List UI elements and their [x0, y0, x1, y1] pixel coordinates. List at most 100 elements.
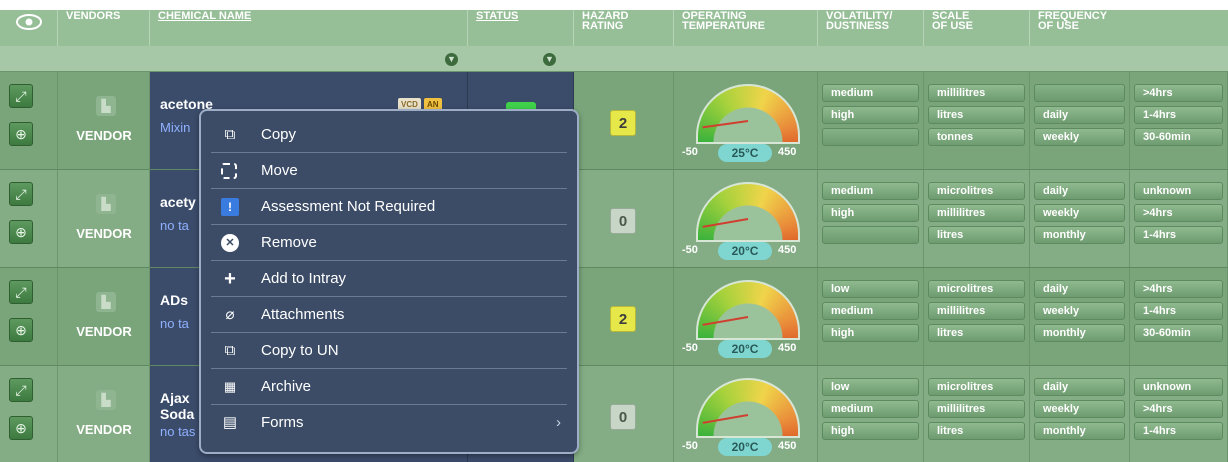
menu-item-archive[interactable]: ▦ Archive [211, 369, 567, 405]
frequency-option[interactable]: daily [1034, 280, 1125, 298]
scale-option[interactable]: microlitres [928, 280, 1025, 298]
frequency-option[interactable]: weekly [1034, 302, 1125, 320]
hazard-rating-badge[interactable]: 0 [610, 208, 636, 234]
chemical-name[interactable]: acety [160, 194, 196, 210]
task-link[interactable]: no ta [160, 316, 189, 331]
header-hazard-rating[interactable]: HAZARD RATING [574, 10, 674, 46]
frequency-option[interactable]: weekly [1034, 204, 1125, 222]
scale-option[interactable]: millilitres [928, 84, 1025, 102]
volatility-option[interactable]: low [822, 280, 919, 298]
header-vendors[interactable]: VENDORS [58, 10, 150, 46]
scale-option[interactable]: millilitres [928, 204, 1025, 222]
expand-icon[interactable]: ⤢ [9, 378, 33, 402]
frequency-option[interactable]: monthly [1034, 324, 1125, 342]
expand-icon[interactable]: ⤢ [9, 280, 33, 304]
duration-option[interactable]: >4hrs [1134, 204, 1223, 222]
volatility-option[interactable]: medium [822, 182, 919, 200]
volatility-option[interactable] [822, 128, 919, 146]
volatility-option[interactable]: medium [822, 400, 919, 418]
vendor-label[interactable]: VENDOR [58, 128, 150, 143]
volatility-option[interactable]: high [822, 106, 919, 124]
table-row[interactable]: ⤢ ⊕ ▙ VENDOR ADs no ta 2 -50 20°C 450 low medium hig… [0, 268, 1228, 366]
task-link[interactable]: Mixin [160, 120, 190, 135]
menu-item-move[interactable]: Move [211, 153, 567, 189]
filter-funnel-icon[interactable]: ▼ [543, 53, 556, 66]
volatility-option[interactable]: high [822, 204, 919, 222]
duration-option[interactable]: unknown [1134, 378, 1223, 396]
duration-option[interactable]: 1-4hrs [1134, 302, 1223, 320]
menu-item-assessment-not-required[interactable]: ! Assessment Not Required [211, 189, 567, 225]
scale-option[interactable]: millilitres [928, 302, 1025, 320]
hazard-rating-badge[interactable]: 2 [610, 110, 636, 136]
scale-option[interactable]: microlitres [928, 182, 1025, 200]
filter-funnel-icon[interactable]: ▼ [445, 53, 458, 66]
menu-item-copy-to-un[interactable]: ⧉ Copy to UN [211, 333, 567, 369]
target-icon[interactable]: ⊕ [9, 318, 33, 342]
scale-option[interactable]: litres [928, 422, 1025, 440]
frequency-option[interactable]: monthly [1034, 226, 1125, 244]
frequency-option[interactable]: weekly [1034, 128, 1125, 146]
volatility-option[interactable]: medium [822, 84, 919, 102]
scale-option[interactable]: millilitres [928, 400, 1025, 418]
menu-item-attachments[interactable]: ⌀ Attachments [211, 297, 567, 333]
frequency-option[interactable]: weekly [1034, 400, 1125, 418]
frequency-option[interactable]: monthly [1034, 422, 1125, 440]
frequency-option[interactable] [1034, 84, 1125, 102]
scale-option[interactable]: microlitres [928, 378, 1025, 396]
vendor-label[interactable]: VENDOR [58, 422, 150, 437]
scale-option[interactable]: tonnes [928, 128, 1025, 146]
target-icon[interactable]: ⊕ [9, 416, 33, 440]
volatility-option[interactable]: medium [822, 302, 919, 320]
volatility-option[interactable]: high [822, 324, 919, 342]
hazard-rating-badge[interactable]: 2 [610, 306, 636, 332]
duration-option[interactable]: 30-60min [1134, 324, 1223, 342]
hazard-rating-badge[interactable]: 0 [610, 404, 636, 430]
copy-icon: ⧉ [224, 342, 236, 359]
scale-option[interactable]: litres [928, 226, 1025, 244]
frequency-option[interactable]: daily [1034, 182, 1125, 200]
volatility-option[interactable]: high [822, 422, 919, 440]
frequency-option[interactable]: daily [1034, 378, 1125, 396]
duration-option[interactable]: 1-4hrs [1134, 106, 1223, 124]
expand-icon[interactable]: ⤢ [9, 182, 33, 206]
duration-option[interactable]: 1-4hrs [1134, 422, 1223, 440]
expand-icon[interactable]: ⤢ [9, 84, 33, 108]
table-row[interactable]: ⤢ ⊕ ▙ VENDOR acetone Mixin VCD AN 2 -50 25°C 450 med… [0, 72, 1228, 170]
scale-option[interactable]: litres [928, 324, 1025, 342]
vendor-label[interactable]: VENDOR [58, 226, 150, 241]
target-icon[interactable]: ⊕ [9, 220, 33, 244]
task-link[interactable]: no tas [160, 424, 195, 439]
header-volatility[interactable]: VOLATILITY/DUSTINESS [818, 10, 924, 46]
duration-option[interactable]: 1-4hrs [1134, 226, 1223, 244]
volatility-option[interactable] [822, 226, 919, 244]
temperature-cell[interactable]: -50 20°C 450 [674, 268, 818, 365]
header-operating-temperature[interactable]: OPERATING TEMPERATURE [674, 10, 818, 46]
duration-option[interactable]: >4hrs [1134, 280, 1223, 298]
vendor-label[interactable]: VENDOR [58, 324, 150, 339]
temperature-cell[interactable]: -50 20°C 450 [674, 170, 818, 267]
scale-option[interactable]: litres [928, 106, 1025, 124]
duration-option[interactable]: >4hrs [1134, 400, 1223, 418]
task-link[interactable]: no ta [160, 218, 189, 233]
temperature-cell[interactable]: -50 25°C 450 [674, 72, 818, 169]
menu-item-add-to-intray[interactable]: + Add to Intray [211, 261, 567, 297]
menu-item-forms[interactable]: ▤ Forms › [211, 405, 567, 441]
target-icon[interactable]: ⊕ [9, 122, 33, 146]
header-frequency-of-use[interactable]: FREQUENCY OF USE [1030, 10, 1228, 46]
duration-option[interactable]: unknown [1134, 182, 1223, 200]
header-status[interactable]: STATUS [468, 10, 574, 46]
header-scale-of-use[interactable]: SCALE OF USE [924, 10, 1030, 46]
menu-item-copy[interactable]: ⧉ Copy [211, 117, 567, 153]
chemical-name[interactable]: Ajax Soda [160, 390, 194, 422]
header-chemical-name[interactable]: CHEMICAL NAME [150, 10, 468, 46]
temperature-cell[interactable]: -50 20°C 450 [674, 366, 818, 462]
table-row[interactable]: ⤢ ⊕ ▙ VENDOR acety no ta 0 -50 20°C 450 medium high… [0, 170, 1228, 268]
eye-icon[interactable] [0, 10, 58, 46]
menu-item-remove[interactable]: ✕ Remove [211, 225, 567, 261]
table-row[interactable]: ⤢ ⊕ ▙ VENDOR Ajax Soda no tas 0 -50 20°C 450 low med… [0, 366, 1228, 462]
duration-option[interactable]: >4hrs [1134, 84, 1223, 102]
duration-option[interactable]: 30-60min [1134, 128, 1223, 146]
chemical-name[interactable]: ADs [160, 292, 188, 308]
volatility-option[interactable]: low [822, 378, 919, 396]
frequency-option[interactable]: daily [1034, 106, 1125, 124]
